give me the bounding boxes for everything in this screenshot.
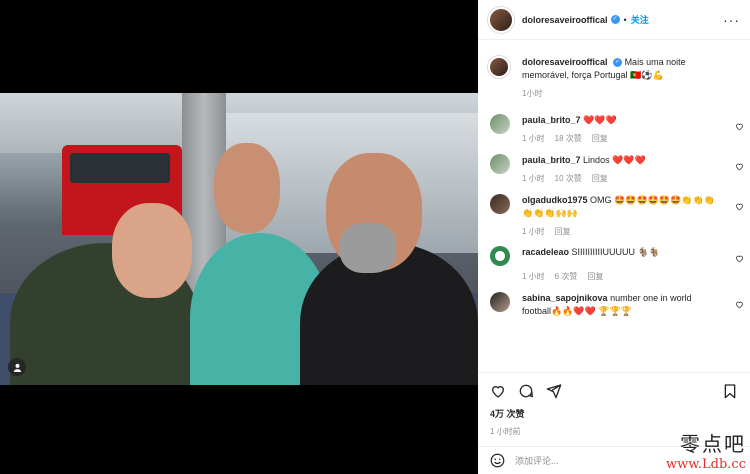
commenter-avatar[interactable] xyxy=(490,154,510,174)
verified-icon: ✓ xyxy=(610,15,620,24)
reply-button[interactable]: 回复 xyxy=(555,227,571,236)
commenter-avatar[interactable] xyxy=(490,194,510,214)
photo-person-right-beard xyxy=(340,223,396,273)
comment-input[interactable]: 添加评论... xyxy=(515,454,559,467)
comment-heart-icon[interactable] xyxy=(735,254,744,263)
reply-button[interactable]: 回复 xyxy=(587,272,603,281)
comment-icon[interactable] xyxy=(518,383,534,399)
caption-item: doloresaveirooffical ✓ Mais uma noite me… xyxy=(478,56,750,114)
separator-dot: • xyxy=(623,14,627,25)
comment-text: SIIIIIIIIIIUUUUU 🐐🐐 xyxy=(571,247,660,257)
post-photo[interactable] xyxy=(0,93,478,385)
comment-username[interactable]: sabina_sapojnikova xyxy=(522,293,608,303)
bookmark-icon[interactable] xyxy=(722,383,738,399)
commenter-avatar[interactable] xyxy=(490,292,510,312)
comment-text: Lindos ❤️❤️❤️ xyxy=(583,155,646,165)
comment-likes[interactable]: 6 次赞 xyxy=(555,272,578,281)
comment-heart-icon[interactable] xyxy=(735,162,744,171)
author-username[interactable]: doloresaveirooffical xyxy=(522,15,608,25)
list-item: sabina_sapojnikova number one in world f… xyxy=(478,292,750,332)
watermark-line1: 零点吧 xyxy=(680,432,746,456)
caption-meta: 1小时 xyxy=(522,88,740,99)
author-avatar[interactable] xyxy=(488,6,514,33)
list-item: racadeleao SIIIIIIIIIIUUUUU 🐐🐐 1 小时 6 次赞回… xyxy=(478,246,750,292)
caption-text: doloresaveirooffical ✓ Mais uma noite me… xyxy=(522,56,740,82)
photo-person-left-head xyxy=(112,203,192,298)
comment-username[interactable]: olgadudko1975 xyxy=(522,195,588,205)
heart-icon[interactable] xyxy=(490,383,506,399)
share-icon[interactable] xyxy=(546,383,562,399)
action-icons xyxy=(490,379,738,403)
comment-time: 1 小时 xyxy=(522,174,545,183)
comment-time: 1 小时 xyxy=(522,227,545,236)
comments-list[interactable]: doloresaveirooffical ✓ Mais uma noite me… xyxy=(478,44,750,366)
comment-username[interactable]: racadeleao xyxy=(522,247,569,257)
list-item: paula_brito_7 Lindos ❤️❤️❤️ 1 小时 10 次赞 回复 xyxy=(478,154,750,194)
reply-button[interactable]: 回复 xyxy=(592,174,608,183)
user-tag-icon[interactable] xyxy=(8,358,26,376)
instagram-post-view: doloresaveirooffical ✓ • 关注 ··· doloresa… xyxy=(0,0,750,474)
list-item: olgadudko1975 OMG 🤩🤩🤩🤩🤩🤩👏👏👏👏👏👏🙌🙌 1 小时 回复 xyxy=(478,194,750,246)
emoji-icon[interactable] xyxy=(490,453,505,468)
comment-time: 1 小时 xyxy=(522,134,545,143)
list-item: paula_brito_7 ❤️❤️❤️ 1 小时 18 次赞 回复 xyxy=(478,114,750,154)
comment-text: ❤️❤️❤️ xyxy=(583,115,617,125)
verified-icon: ✓ xyxy=(613,58,623,68)
comment-username[interactable]: paula_brito_7 xyxy=(522,115,581,125)
site-watermark: 零点吧 www.Ldb.cc xyxy=(666,428,746,472)
comment-heart-icon[interactable] xyxy=(735,300,744,309)
reply-button[interactable]: 回复 xyxy=(592,134,608,143)
comment-time: 1 小时 xyxy=(522,272,545,281)
likes-count[interactable]: 4万 次赞 xyxy=(490,407,738,420)
caption-time: 1小时 xyxy=(522,89,543,98)
caption-username[interactable]: doloresaveirooffical xyxy=(522,57,608,67)
commenter-avatar[interactable] xyxy=(490,246,510,266)
photo-bus-window xyxy=(70,153,170,183)
commenter-avatar[interactable] xyxy=(490,114,510,134)
photo-person-middle-head xyxy=(214,143,280,233)
post-header: doloresaveirooffical ✓ • 关注 ··· xyxy=(478,0,750,40)
more-icon[interactable]: ··· xyxy=(723,12,740,28)
comment-username[interactable]: paula_brito_7 xyxy=(522,155,581,165)
media-area xyxy=(0,0,478,474)
comment-heart-icon[interactable] xyxy=(735,202,744,211)
post-side-panel: doloresaveirooffical ✓ • 关注 ··· doloresa… xyxy=(478,0,750,474)
caption-avatar[interactable] xyxy=(488,56,510,78)
watermark-line2: www.Ldb.cc xyxy=(666,457,746,472)
comment-heart-icon[interactable] xyxy=(735,122,744,131)
follow-button[interactable]: 关注 xyxy=(631,13,649,26)
comment-likes[interactable]: 10 次赞 xyxy=(555,174,582,183)
comment-likes[interactable]: 18 次赞 xyxy=(555,134,582,143)
